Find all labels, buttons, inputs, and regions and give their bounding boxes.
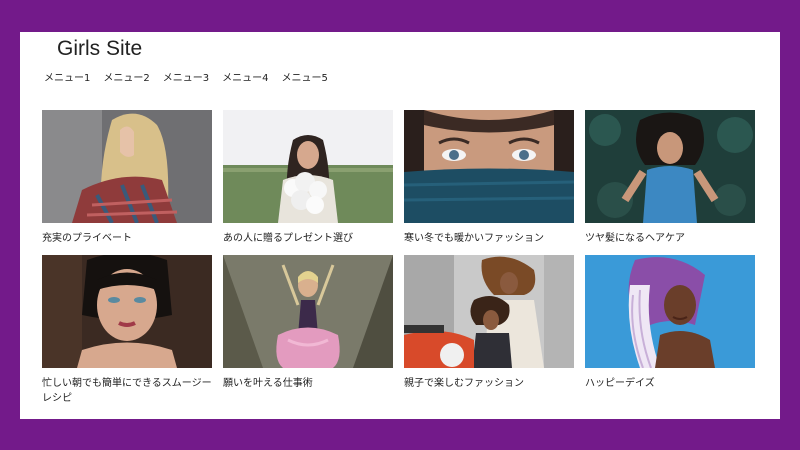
article-caption[interactable]: 寒い冬でも暖かいファッション [404, 231, 574, 246]
nav-item-menu3[interactable]: メニュー3 [163, 72, 209, 85]
page-container: Girls Site メニュー1 メニュー2 メニュー3 メニュー4 メニュー5… [20, 32, 780, 419]
site-title[interactable]: Girls Site [57, 37, 142, 61]
article-card[interactable]: 充実のプライベート [42, 110, 212, 255]
article-thumbnail-headscarf-woman[interactable] [585, 255, 755, 368]
article-card[interactable]: 忙しい朝でも簡単にできるスムージーレシピ [42, 255, 212, 405]
article-card[interactable]: ハッピーデイズ [585, 255, 755, 405]
article-thumbnail-mother-daughter[interactable] [404, 255, 574, 368]
article-thumbnail-flowers-woman[interactable] [223, 110, 393, 223]
article-thumbnail-bangs-woman[interactable] [42, 255, 212, 368]
article-thumbnail-blonde-woman[interactable] [42, 110, 212, 223]
article-caption[interactable]: あの人に贈るプレゼント選び [223, 231, 393, 246]
article-caption[interactable]: 親子で楽しむファッション [404, 376, 574, 391]
article-card[interactable]: ツヤ髪になるヘアケア [585, 110, 755, 255]
article-thumbnail-eyes-scarf[interactable] [404, 110, 574, 223]
article-caption[interactable]: ツヤ髪になるヘアケア [585, 231, 755, 246]
nav-item-menu4[interactable]: メニュー4 [222, 72, 268, 85]
article-card[interactable]: 親子で楽しむファッション [404, 255, 574, 405]
article-caption[interactable]: 充実のプライベート [42, 231, 212, 246]
nav-item-menu1[interactable]: メニュー1 [44, 72, 90, 85]
nav-item-menu5[interactable]: メニュー5 [282, 72, 328, 85]
article-grid: 充実のプライベート あの人に贈るプレゼント選び 寒い冬でも暖かいファッション ツ… [42, 110, 755, 405]
article-card[interactable]: 願いを叶える仕事術 [223, 255, 393, 405]
nav-item-menu2[interactable]: メニュー2 [103, 72, 149, 85]
article-card[interactable]: 寒い冬でも暖かいファッション [404, 110, 574, 255]
main-nav: メニュー1 メニュー2 メニュー3 メニュー4 メニュー5 [44, 72, 341, 85]
article-caption[interactable]: ハッピーデイズ [585, 376, 755, 391]
article-card[interactable]: あの人に贈るプレゼント選び [223, 110, 393, 255]
article-caption[interactable]: 願いを叶える仕事術 [223, 376, 393, 391]
article-caption[interactable]: 忙しい朝でも簡単にできるスムージーレシピ [42, 376, 212, 406]
article-thumbnail-leaves-woman[interactable] [585, 110, 755, 223]
article-thumbnail-praying-woman[interactable] [223, 255, 393, 368]
